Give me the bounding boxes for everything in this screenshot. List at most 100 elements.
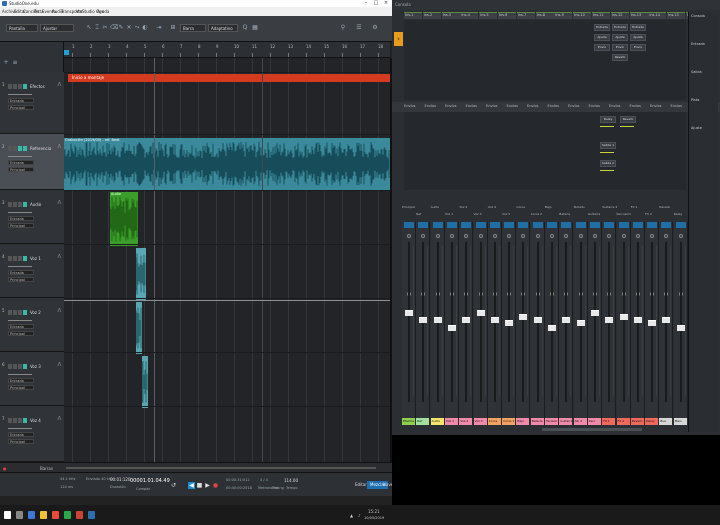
- track-input-select[interactable]: Entrada: [8, 98, 34, 103]
- routing-cell[interactable]: Entrada: [630, 24, 646, 31]
- track-output-select[interactable]: Principal: [8, 105, 34, 110]
- volume-fader[interactable]: [405, 309, 413, 316]
- mute-button[interactable]: [8, 418, 12, 423]
- insert-slot[interactable]: Ins.5: [479, 12, 498, 19]
- channel-color-tag[interactable]: Coros 2: [502, 418, 516, 425]
- pan-knob[interactable]: [650, 234, 655, 238]
- pan-knob[interactable]: [621, 234, 626, 238]
- record-arm-icon[interactable]: ●: [3, 466, 7, 471]
- channel-color-tag[interactable]: Bus: [659, 418, 673, 425]
- pan-knob[interactable]: [578, 234, 583, 238]
- timeline-ruler[interactable]: 1 2 3 4 5 6 7 8 9 10 11 12 13 14 15 16 17 18: [64, 42, 390, 58]
- send-level-bar[interactable]: [600, 152, 614, 153]
- track-header[interactable]: 7 Voz 4 Λ Entrada Principal: [0, 406, 64, 462]
- record-arm-button[interactable]: [18, 256, 22, 261]
- bend-tool-icon[interactable]: ⤳: [134, 25, 140, 31]
- monitor-button[interactable]: [23, 418, 27, 423]
- send-level-bar[interactable]: [620, 126, 634, 127]
- channel-color-tag[interactable]: Voz 3: [473, 418, 487, 425]
- track-output-select[interactable]: Principal: [8, 167, 34, 172]
- channel-color-tag[interactable]: Main: [673, 418, 687, 425]
- routing-cell[interactable]: Envío: [594, 44, 610, 51]
- channel-input-cell[interactable]: [547, 222, 557, 228]
- record-button-icon[interactable]: ●: [212, 482, 219, 489]
- mute-tool-icon[interactable]: ✕: [126, 25, 132, 31]
- volume-fader[interactable]: [419, 317, 428, 323]
- mute-button[interactable]: [8, 84, 12, 89]
- search-icon[interactable]: [16, 511, 23, 519]
- tempo-value[interactable]: 114.00: [284, 478, 298, 483]
- channel-color-tag[interactable]: Audio: [430, 418, 444, 425]
- pan-knob[interactable]: [421, 234, 426, 238]
- routing-cell[interactable]: Ajuste: [594, 34, 610, 41]
- channel-input-cell[interactable]: [518, 222, 529, 228]
- pan-knob[interactable]: [550, 234, 554, 238]
- routing-cell[interactable]: Entrada: [594, 24, 610, 31]
- app-icon-red[interactable]: [52, 511, 59, 519]
- tab-browse[interactable]: Navegar: [380, 481, 392, 489]
- channel-input-cell[interactable]: [575, 222, 586, 228]
- snap-mode-dropdown[interactable]: Ajustar: [40, 24, 74, 32]
- track-header[interactable]: 2 Referencia Λ Entrada Principal: [0, 134, 64, 190]
- send-cell[interactable]: Reverb: [620, 116, 636, 123]
- close-icon[interactable]: ×: [382, 0, 390, 7]
- split-tool-icon[interactable]: ✂: [102, 25, 108, 31]
- mute-button[interactable]: [8, 310, 12, 315]
- insert-slot[interactable]: Ins.10: [573, 12, 592, 19]
- track-output-select[interactable]: Principal: [8, 439, 34, 444]
- eraser-tool-icon[interactable]: ⌫: [110, 25, 118, 31]
- track-output-select[interactable]: Principal: [8, 385, 34, 390]
- volume-fader[interactable]: [576, 320, 585, 326]
- channel-input-cell[interactable]: [461, 222, 472, 228]
- pan-knob[interactable]: [492, 234, 497, 238]
- track-input-select[interactable]: Entrada: [8, 324, 34, 329]
- auto-scroll-icon[interactable]: ⇥: [156, 25, 162, 31]
- channel-input-cell[interactable]: [632, 222, 643, 228]
- menu-ayuda[interactable]: Ayuda: [97, 9, 109, 14]
- track-volume-slider[interactable]: [8, 94, 32, 95]
- side-panel-label[interactable]: Salida: [691, 70, 702, 74]
- snap-grid-dropdown[interactable]: Barra: [180, 24, 206, 32]
- insert-slot[interactable]: Ins.13: [629, 12, 648, 19]
- pan-knob[interactable]: [449, 234, 454, 238]
- monitor-button[interactable]: [23, 84, 27, 89]
- channel-input-cell[interactable]: [589, 222, 600, 228]
- volume-fader[interactable]: [490, 317, 499, 323]
- track-header[interactable]: 6 Voz 3 Λ Entrada Principal: [0, 352, 64, 406]
- channel-color-tag[interactable]: FX 1: [602, 418, 616, 425]
- rewind-button-icon[interactable]: ◀: [188, 482, 195, 489]
- monitor-button[interactable]: [23, 310, 27, 315]
- solo-button[interactable]: [13, 146, 17, 151]
- track-header[interactable]: 5 Voz 2 Λ Entrada Principal: [0, 298, 64, 352]
- channel-color-tag[interactable]: Delay: [645, 418, 659, 425]
- volume-fader[interactable]: [605, 317, 614, 323]
- track-name[interactable]: Efectos: [30, 84, 45, 89]
- volume-fader[interactable]: [533, 317, 542, 323]
- insert-slot[interactable]: Ins.6: [498, 12, 516, 19]
- solo-button[interactable]: [13, 256, 17, 261]
- track-options-icon[interactable]: ≡: [12, 60, 18, 66]
- channel-input-cell[interactable]: [561, 222, 572, 228]
- horizontal-scrollbar[interactable]: [66, 467, 376, 469]
- pan-knob[interactable]: [564, 234, 569, 238]
- monitor-button[interactable]: [23, 202, 27, 207]
- volume-fader[interactable]: [548, 324, 556, 331]
- channel-color-tag[interactable]: Voz 1: [444, 418, 458, 425]
- volume-icon[interactable]: ♪: [358, 513, 361, 518]
- track-volume-slider[interactable]: [8, 212, 32, 213]
- listen-tool-icon[interactable]: ◐: [142, 25, 148, 31]
- channel-input-cell[interactable]: [418, 222, 429, 228]
- audio-clip-voice-3[interactable]: [142, 356, 148, 408]
- start-icon[interactable]: [4, 511, 11, 519]
- channel-input-cell[interactable]: [532, 222, 543, 228]
- insert-slot[interactable]: Ins.15: [667, 12, 686, 19]
- solo-button[interactable]: [13, 418, 17, 423]
- pencil-tool-icon[interactable]: ✎: [118, 25, 124, 31]
- insert-slot[interactable]: Ins.4: [460, 12, 479, 19]
- volume-fader[interactable]: [462, 317, 471, 323]
- send-level-bar[interactable]: [600, 170, 614, 171]
- insert-slot[interactable]: Ins.14: [648, 12, 667, 19]
- mixer-scrollbar[interactable]: [542, 428, 642, 431]
- pan-knob[interactable]: [478, 234, 483, 238]
- record-arm-button[interactable]: [18, 364, 22, 369]
